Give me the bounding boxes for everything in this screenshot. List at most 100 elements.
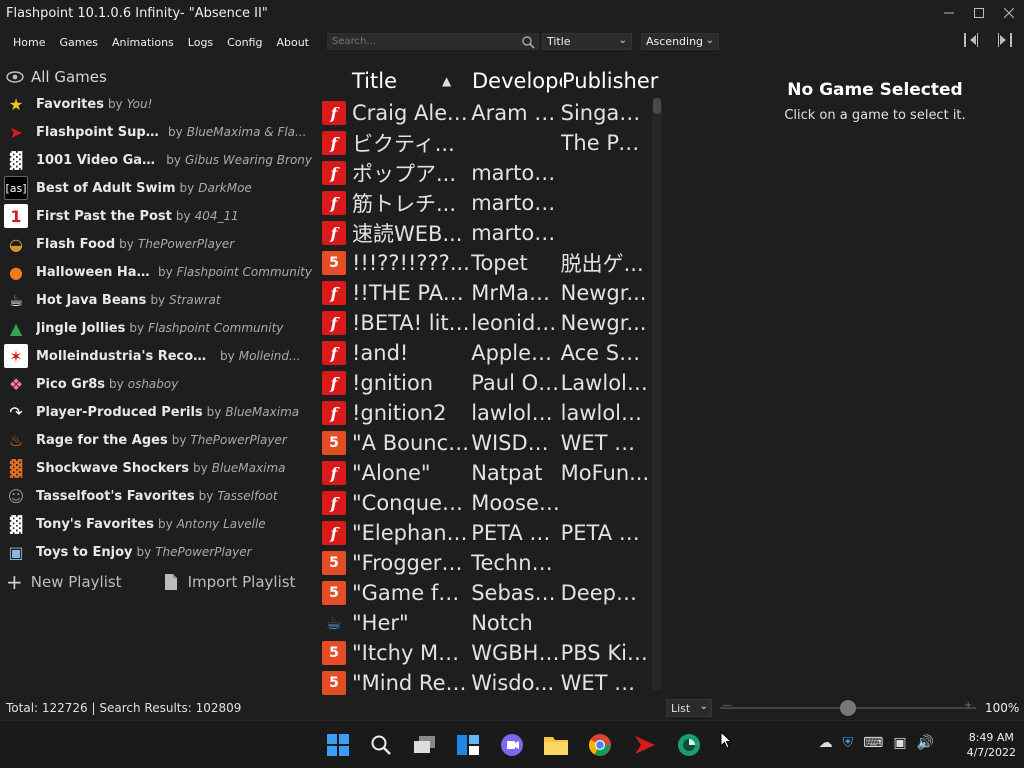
- game-list-scrollbar[interactable]: [652, 98, 662, 690]
- game-list: f Craig Alex... Aram P... Singap... f ビクティ...…: [320, 98, 650, 698]
- close-button[interactable]: [994, 0, 1024, 26]
- zoom-in-icon[interactable]: +: [964, 700, 972, 711]
- playlist-item[interactable]: ❖ Pico Gr8s by oshaboy: [0, 370, 312, 398]
- game-developer-cell: Apples...: [471, 341, 561, 365]
- game-row[interactable]: f "Conquer ... Moose ...: [320, 488, 650, 518]
- playlist-item[interactable]: ▓ Tony's Favorites by Antony Lavelle: [0, 510, 312, 538]
- game-row[interactable]: 5 "Frogger" ... Techno...: [320, 548, 650, 578]
- menu-games[interactable]: Games: [52, 36, 104, 49]
- game-row[interactable]: f "Alone" Natpat MoFun...: [320, 458, 650, 488]
- menu-logs[interactable]: Logs: [181, 36, 220, 49]
- widgets-icon[interactable]: [454, 731, 482, 759]
- minimize-button[interactable]: [934, 0, 964, 26]
- game-row[interactable]: f !!THE PAC... MrMan... Newgr...: [320, 278, 650, 308]
- playlist-item[interactable]: ▓ 1001 Video Games by Gibus Wearing Brony: [0, 146, 312, 174]
- game-row[interactable]: 5 "A Bounce... WISDO... WET G...: [320, 428, 650, 458]
- edge-dev-icon[interactable]: [675, 731, 703, 759]
- security-icon[interactable]: ⛨: [843, 735, 854, 751]
- playlist-title: Player-Produced Perils: [36, 404, 203, 420]
- game-publisher-cell: PBS Kids: [560, 641, 650, 665]
- blocks-icon: ▣: [8, 542, 24, 562]
- playlist-item[interactable]: ▣ Toys to Enjoy by ThePowerPlayer: [0, 538, 312, 566]
- game-row[interactable]: f "Elephant... PETA Ki... PETA Ki...: [320, 518, 650, 548]
- game-row[interactable]: f !gnition2 lawlola... lawlola...: [320, 398, 650, 428]
- menu-config[interactable]: Config: [220, 36, 269, 49]
- playlist-title: 1001 Video Games: [36, 152, 163, 168]
- search-icon[interactable]: [521, 35, 535, 49]
- game-title-cell: "A Bounce...: [352, 431, 472, 455]
- playlist-item[interactable]: ♨ Rage for the Ages by ThePowerPlayer: [0, 426, 312, 454]
- column-developer-header[interactable]: Developer: [472, 69, 562, 93]
- view-mode-select[interactable]: List ⌄: [666, 699, 712, 717]
- game-row[interactable]: ☕ "Her" Notch: [320, 608, 650, 638]
- playlist-item[interactable]: ▓ Shockwave Shockers by BlueMaxima: [0, 454, 312, 482]
- playlist-item[interactable]: ★ Favorites by You!: [0, 90, 312, 118]
- sort-order-select[interactable]: Ascending ⌄: [641, 33, 719, 50]
- game-title-cell: "Elephant...: [352, 521, 472, 545]
- toggle-right-sidebar-icon[interactable]: [994, 30, 1014, 50]
- new-playlist-button[interactable]: New Playlist: [31, 573, 122, 591]
- game-row[interactable]: f ビクティ... The Po...: [320, 128, 650, 158]
- sort-field-select[interactable]: Title ⌄: [542, 33, 632, 50]
- search-input[interactable]: [328, 36, 518, 47]
- flashpoint-icon[interactable]: [631, 731, 659, 759]
- playlist-item[interactable]: ◒ Flash Food by ThePowerPlayer: [0, 230, 312, 258]
- search-icon[interactable]: [367, 731, 395, 759]
- chrome-icon[interactable]: [586, 731, 614, 759]
- all-games-item[interactable]: All Games: [6, 67, 107, 87]
- playlist-item[interactable]: ↷ Player-Produced Perils by BlueMaxima: [0, 398, 312, 426]
- html5-platform-icon: 5: [322, 431, 346, 455]
- playlist-author: BlueMaxima: [225, 405, 300, 419]
- game-row[interactable]: f !and! Apples... Ace Sh...: [320, 338, 650, 368]
- html5-platform-icon: 5: [322, 641, 346, 665]
- flash-platform-icon: f: [322, 521, 346, 545]
- zoom-slider-thumb[interactable]: [840, 700, 856, 716]
- column-publisher-header[interactable]: Publisher: [562, 69, 658, 93]
- clock[interactable]: 8:49 AM 4/7/2022: [967, 730, 1016, 760]
- playlist-item[interactable]: ● Halloween HauntsbyFlashpoint Community: [0, 258, 312, 286]
- task-view-icon[interactable]: [411, 731, 439, 759]
- playlist-item[interactable]: ✶ Molleindustria's Recomm... by Molleind...: [0, 342, 312, 370]
- playlist-item[interactable]: ▲ Jingle Jollies by Flashpoint Community: [0, 314, 312, 342]
- search-box: [327, 33, 539, 50]
- volume-icon[interactable]: 🔊: [917, 735, 934, 751]
- scroll-thumb[interactable]: [653, 98, 661, 114]
- game-developer-cell: martonn: [471, 161, 561, 185]
- game-row[interactable]: f 速読WEB... martonn: [320, 218, 650, 248]
- playlist-item[interactable]: 1 First Past the Post by 404_11: [0, 202, 312, 230]
- playlist-item[interactable]: [as] Best of Adult Swim by DarkMoe: [0, 174, 312, 202]
- onedrive-icon[interactable]: ☁: [819, 735, 833, 751]
- column-title-header[interactable]: Title: [352, 69, 442, 93]
- playlist-author: Strawrat: [169, 293, 221, 307]
- windows-start-icon[interactable]: [324, 731, 352, 759]
- game-row[interactable]: f!gnition Paul Oa...Lawlola...: [320, 368, 650, 398]
- playlist-item[interactable]: ☕ Hot Java Beans by Strawrat: [0, 286, 312, 314]
- file-explorer-icon[interactable]: [542, 731, 570, 759]
- network-icon[interactable]: ▣: [893, 735, 906, 751]
- chat-icon[interactable]: [498, 731, 526, 759]
- zoom-out-icon[interactable]: —: [722, 700, 732, 711]
- menu-home[interactable]: Home: [0, 36, 52, 49]
- game-row[interactable]: 5 "Game fee... Sebasti... Deepni...: [320, 578, 650, 608]
- game-row[interactable]: f 筋トレチ... martonn: [320, 188, 650, 218]
- import-playlist-button[interactable]: Import Playlist: [188, 573, 296, 591]
- plus-icon: +: [6, 570, 23, 594]
- flash-platform-icon: f: [322, 311, 346, 335]
- game-row[interactable]: f Craig Alex... Aram P... Singap...: [320, 98, 650, 128]
- game-row[interactable]: 5!!!??!!???... Topet 脱出ゲ...: [320, 248, 650, 278]
- playlist-author: BlueMaxima & Fla...: [186, 125, 307, 139]
- game-row[interactable]: 5 "Mind Rea... Wisdo... WET G...: [320, 668, 650, 698]
- game-row[interactable]: f ポップア... martonn: [320, 158, 650, 188]
- keyboard-icon[interactable]: ⌨: [863, 735, 883, 751]
- playlist-item[interactable]: ➤ Flashpoint Super ... byBlueMaxima & Fla.…: [0, 118, 312, 146]
- sort-order-value: Ascending: [646, 35, 704, 48]
- menu-animations[interactable]: Animations: [105, 36, 181, 49]
- maximize-button[interactable]: [964, 0, 994, 26]
- playlist-list: ★FavoritesbyYou!➤Flashpoint Super ...byB…: [0, 90, 312, 566]
- game-row[interactable]: f !BETA! littl... leonido... Newgr...: [320, 308, 650, 338]
- toggle-left-sidebar-icon[interactable]: [962, 30, 982, 50]
- game-row[interactable]: 5 "Itchy Mar... WGBH;... PBS Kids: [320, 638, 650, 668]
- game-publisher-cell: Singap...: [560, 101, 650, 125]
- playlist-item[interactable]: ☺ Tasselfoot's Favorites by Tasselfoot: [0, 482, 312, 510]
- menu-about[interactable]: About: [269, 36, 316, 49]
